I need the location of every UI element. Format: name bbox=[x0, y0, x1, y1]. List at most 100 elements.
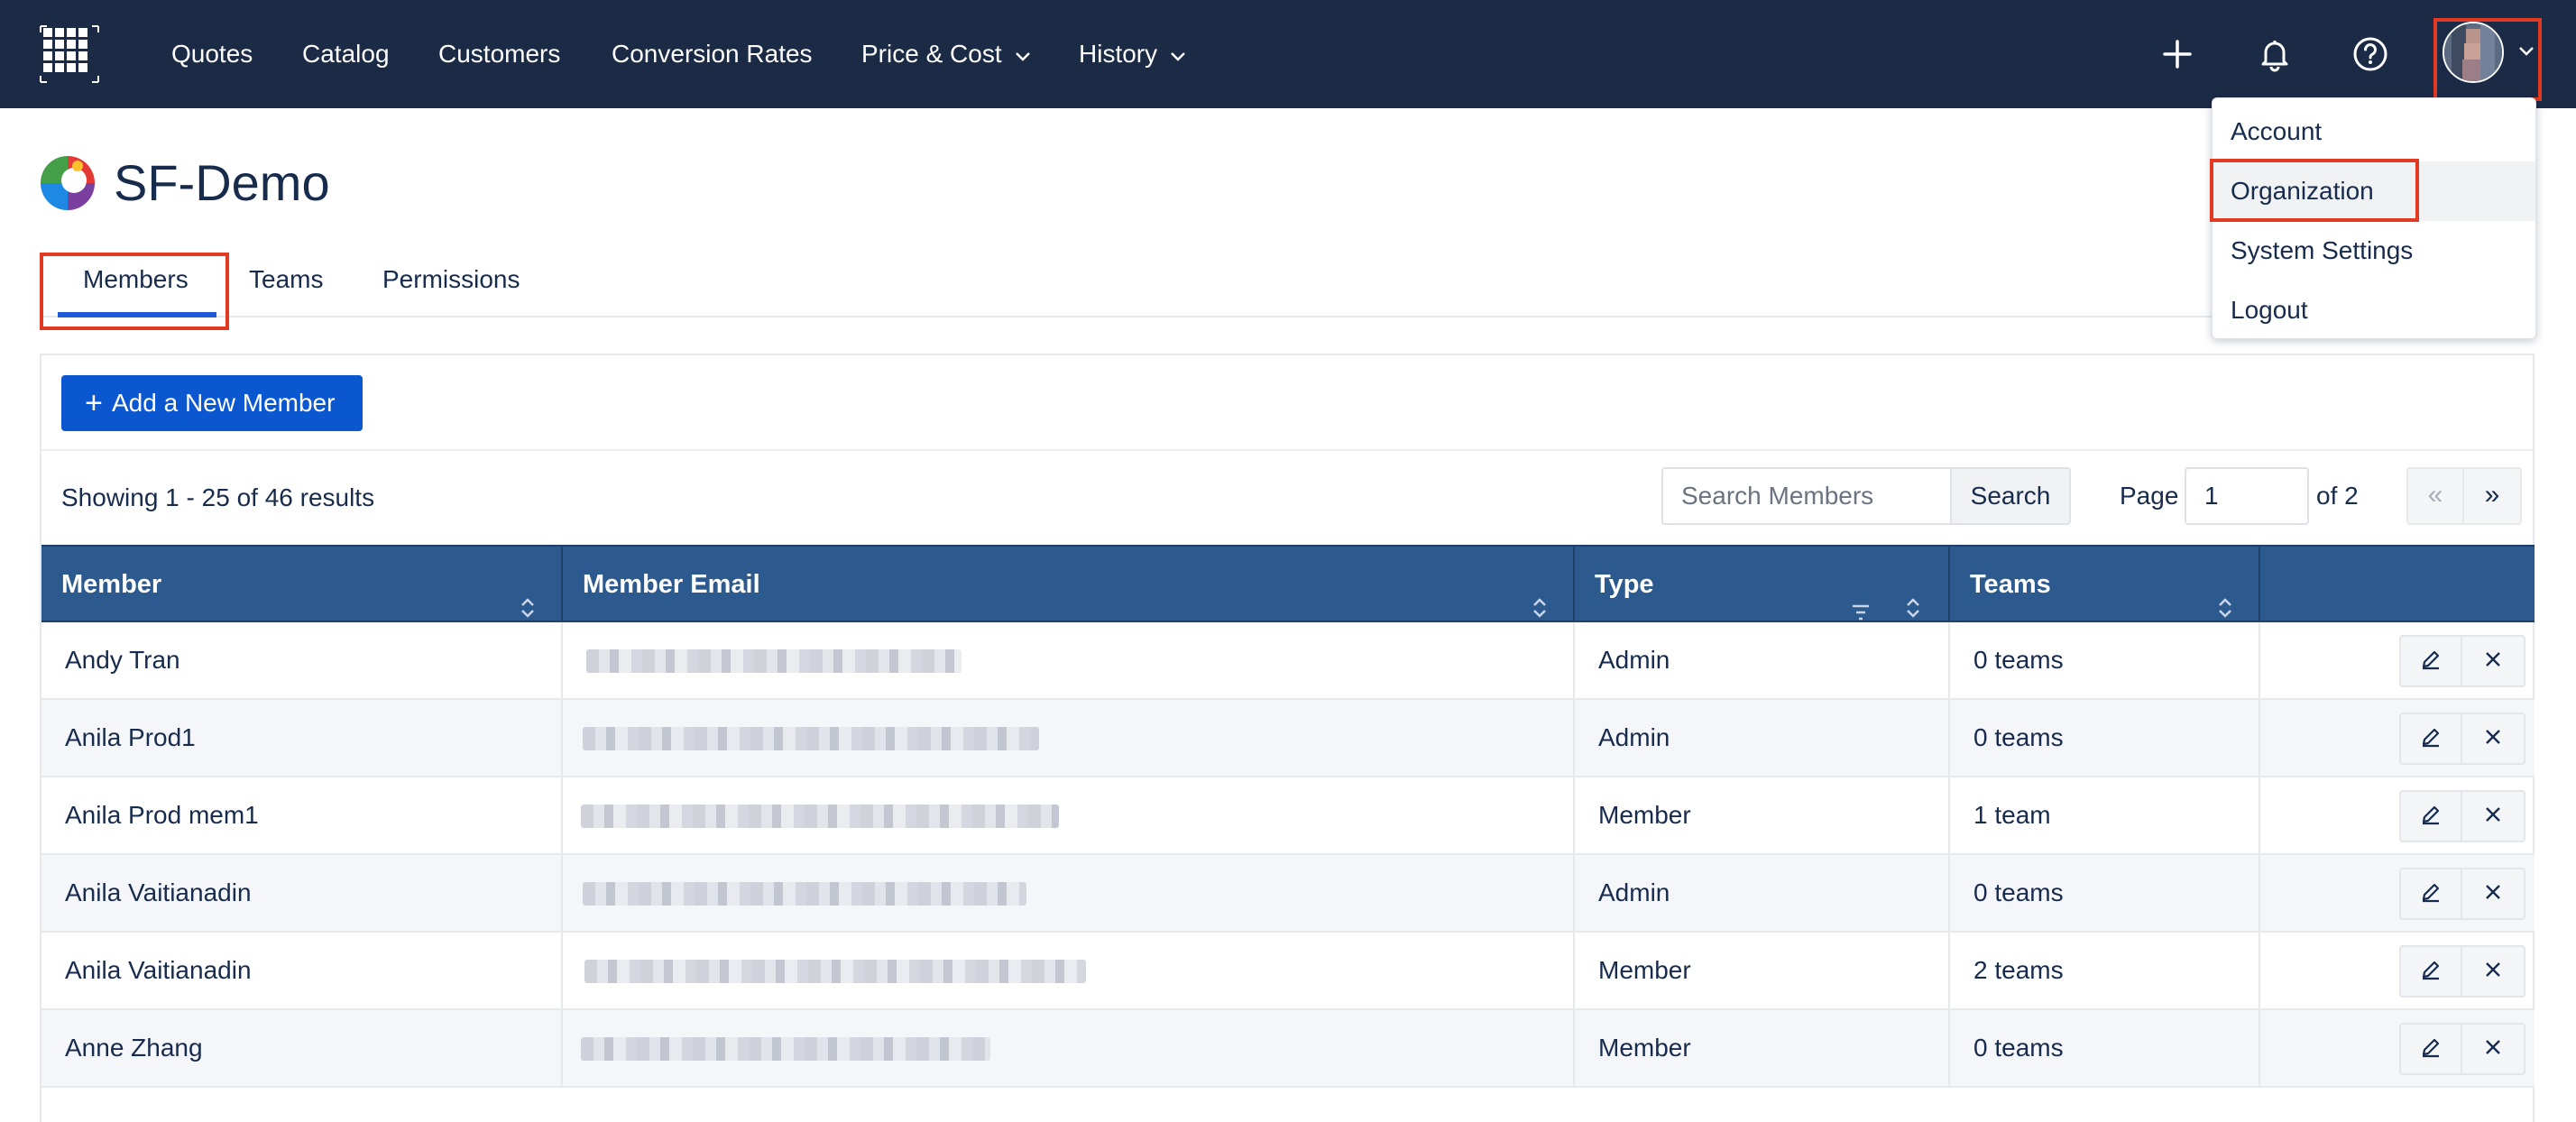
column-divider bbox=[1948, 622, 1950, 700]
column-divider bbox=[1573, 700, 1575, 777]
column-header-teams[interactable]: Teams bbox=[1950, 547, 2259, 622]
members-panel: + Add a New Member Showing 1 - 25 of 46 r… bbox=[40, 354, 2535, 1122]
nav-quotes[interactable]: Quotes bbox=[171, 34, 253, 74]
nav-conversion-rates[interactable]: Conversion Rates bbox=[612, 34, 813, 74]
table-row: Andy Tran Admin 0 teams bbox=[41, 622, 2535, 700]
column-divider bbox=[561, 622, 563, 700]
next-page-button[interactable]: » bbox=[2464, 467, 2522, 525]
delete-button[interactable] bbox=[2462, 868, 2525, 920]
chevron-down-icon bbox=[2518, 45, 2535, 61]
delete-button[interactable] bbox=[2462, 713, 2525, 765]
column-divider bbox=[1948, 855, 1950, 933]
column-divider bbox=[1948, 1010, 1950, 1088]
grid-logo-icon[interactable] bbox=[40, 25, 99, 83]
tab-teams[interactable]: Teams bbox=[249, 260, 323, 299]
column-divider bbox=[2259, 547, 2260, 622]
prev-page-button[interactable]: « bbox=[2406, 467, 2464, 525]
column-header-type[interactable]: Type bbox=[1575, 547, 1948, 622]
page-total: of 2 bbox=[2316, 482, 2359, 510]
redacted-email bbox=[581, 1037, 990, 1061]
column-divider bbox=[2259, 622, 2260, 700]
page-number-input[interactable] bbox=[2185, 467, 2309, 525]
chevron-down-icon bbox=[1015, 34, 1031, 74]
top-nav: Quotes Catalog Customers Conversion Rate… bbox=[0, 0, 2576, 108]
menu-item-organization[interactable]: Organization bbox=[2213, 161, 2535, 221]
column-divider bbox=[561, 855, 563, 933]
avatar bbox=[2443, 22, 2504, 83]
member-teams: 0 teams bbox=[1973, 646, 2064, 674]
plus-icon[interactable] bbox=[2156, 32, 2199, 76]
edit-button[interactable] bbox=[2399, 1023, 2462, 1075]
redacted-email bbox=[583, 882, 1026, 906]
tab-members[interactable]: Members bbox=[83, 260, 189, 299]
column-divider bbox=[2259, 777, 2260, 855]
column-divider bbox=[2259, 1010, 2260, 1088]
search-button[interactable]: Search bbox=[1950, 467, 2071, 525]
edit-button[interactable] bbox=[2399, 945, 2462, 998]
column-header-email[interactable]: Member Email bbox=[563, 547, 1573, 622]
nav-customers[interactable]: Customers bbox=[438, 34, 560, 74]
member-name: Anila Vaitianadin bbox=[65, 956, 252, 984]
table-row: Anila Vaitianadin Admin 0 teams bbox=[41, 855, 2535, 933]
column-divider bbox=[1573, 622, 1575, 700]
edit-button[interactable] bbox=[2399, 790, 2462, 842]
tab-bar: Members Teams Permissions bbox=[40, 244, 2535, 317]
delete-button[interactable] bbox=[2462, 790, 2525, 842]
column-divider bbox=[561, 1010, 563, 1088]
edit-button[interactable] bbox=[2399, 635, 2462, 687]
delete-button[interactable] bbox=[2462, 635, 2525, 687]
column-divider bbox=[1573, 1010, 1575, 1088]
nav-history[interactable]: History bbox=[1079, 34, 1186, 74]
column-divider bbox=[2259, 933, 2260, 1010]
column-divider bbox=[561, 933, 563, 1010]
pencil-icon bbox=[2418, 957, 2443, 987]
member-type: Member bbox=[1598, 1034, 1691, 1062]
user-menu-toggle[interactable] bbox=[2443, 22, 2542, 87]
page-title: SF-Demo bbox=[114, 154, 330, 211]
nav-price-cost[interactable]: Price & Cost bbox=[861, 34, 1031, 74]
close-icon bbox=[2482, 881, 2504, 907]
table-row: Anne Zhang Member 0 teams bbox=[41, 1010, 2535, 1088]
member-name: Anila Prod mem1 bbox=[65, 801, 259, 829]
column-divider bbox=[1573, 933, 1575, 1010]
member-name: Anila Prod1 bbox=[65, 723, 196, 751]
redacted-email bbox=[584, 960, 1086, 983]
column-divider bbox=[1573, 855, 1575, 933]
column-divider bbox=[2259, 700, 2260, 777]
column-header-member[interactable]: Member bbox=[41, 547, 561, 622]
delete-button[interactable] bbox=[2462, 945, 2525, 998]
column-divider bbox=[2259, 855, 2260, 933]
tab-permissions[interactable]: Permissions bbox=[382, 260, 520, 299]
add-member-button[interactable]: + Add a New Member bbox=[61, 375, 363, 431]
member-teams: 0 teams bbox=[1973, 878, 2064, 906]
menu-item-account[interactable]: Account bbox=[2213, 102, 2535, 161]
redacted-email bbox=[586, 649, 961, 673]
pencil-icon bbox=[2418, 724, 2443, 754]
column-divider bbox=[1948, 777, 1950, 855]
search-input[interactable] bbox=[1661, 467, 1950, 525]
active-tab-indicator bbox=[58, 312, 216, 317]
results-count: Showing 1 - 25 of 46 results bbox=[61, 483, 375, 511]
member-type: Admin bbox=[1598, 723, 1670, 751]
nav-catalog[interactable]: Catalog bbox=[302, 34, 390, 74]
page-label: Page bbox=[2120, 482, 2179, 510]
edit-button[interactable] bbox=[2399, 868, 2462, 920]
divider bbox=[41, 449, 2533, 451]
help-icon[interactable] bbox=[2349, 32, 2392, 76]
member-type: Member bbox=[1598, 956, 1691, 984]
close-icon bbox=[2482, 648, 2504, 675]
close-icon bbox=[2482, 959, 2504, 985]
plus-icon: + bbox=[85, 386, 103, 420]
member-teams: 0 teams bbox=[1973, 723, 2064, 751]
bell-icon[interactable] bbox=[2253, 32, 2296, 76]
org-logo-icon bbox=[38, 153, 97, 213]
delete-button[interactable] bbox=[2462, 1023, 2525, 1075]
member-teams: 1 team bbox=[1973, 801, 2051, 829]
member-name: Andy Tran bbox=[65, 646, 180, 674]
close-icon bbox=[2482, 726, 2504, 752]
edit-button[interactable] bbox=[2399, 713, 2462, 765]
menu-item-system-settings[interactable]: System Settings bbox=[2213, 221, 2535, 280]
pencil-icon bbox=[2418, 1035, 2443, 1064]
member-type: Admin bbox=[1598, 646, 1670, 674]
menu-item-logout[interactable]: Logout bbox=[2213, 280, 2535, 340]
